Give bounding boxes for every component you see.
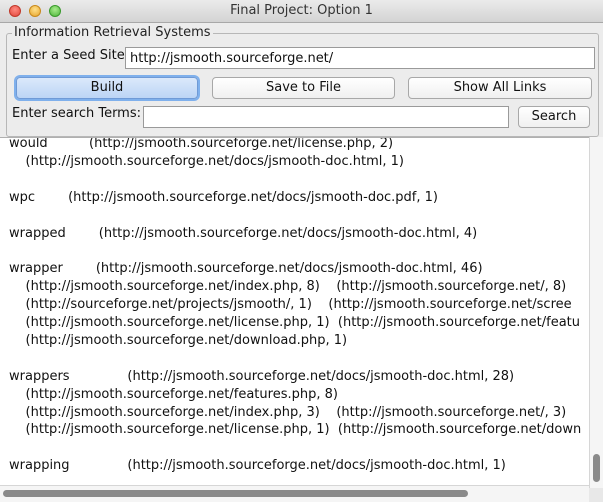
app-window: Final Project: Option 1 Information Retr… xyxy=(0,0,603,502)
result-line: wrapped (http://jsmooth.sourceforge.net/… xyxy=(9,225,478,241)
build-button[interactable]: Build xyxy=(16,77,198,99)
horizontal-scroll-thumb[interactable] xyxy=(3,490,468,497)
save-to-file-button[interactable]: Save to File xyxy=(212,77,395,99)
result-line: wrappers (http://jsmooth.sourceforge.net… xyxy=(9,368,515,384)
result-line: (http://sourceforge.net/projects/jsmooth… xyxy=(9,297,572,313)
result-line: wrapper (http://jsmooth.sourceforge.net/… xyxy=(9,261,483,277)
scroll-corner xyxy=(589,488,603,502)
result-line: wpc (http://jsmooth.sourceforge.net/docs… xyxy=(9,189,438,205)
search-button[interactable]: Search xyxy=(518,106,590,128)
result-line: (http://jsmooth.sourceforge.net/docs/jsm… xyxy=(9,153,404,169)
result-line: (http://jsmooth.sourceforge.net/license.… xyxy=(9,315,581,330)
show-all-links-button[interactable]: Show All Links xyxy=(408,77,592,99)
title-bar: Final Project: Option 1 xyxy=(0,0,603,23)
result-line: (http://jsmooth.sourceforge.net/download… xyxy=(9,332,348,348)
result-line: (http://jsmooth.sourceforge.net/index.ph… xyxy=(9,279,567,295)
seed-site-input[interactable] xyxy=(125,47,595,69)
window-title: Final Project: Option 1 xyxy=(230,3,373,18)
group-label: Information Retrieval Systems xyxy=(12,25,213,40)
result-line: (http://jsmooth.sourceforge.net/index.ph… xyxy=(9,404,567,420)
result-line: (http://jsmooth.sourceforge.net/license.… xyxy=(9,422,582,438)
result-line: wrapping (http://jsmooth.sourceforge.net… xyxy=(9,458,506,474)
vertical-scrollbar[interactable] xyxy=(589,137,603,488)
search-terms-label: Enter search Terms: xyxy=(12,106,142,121)
result-line: would (http://jsmooth.sourceforge.net/li… xyxy=(9,137,394,151)
results-text-area[interactable]: would (http://jsmooth.sourceforge.net/li… xyxy=(0,137,589,486)
result-line: (http://jsmooth.sourceforge.net/features… xyxy=(9,386,338,402)
horizontal-scrollbar[interactable] xyxy=(0,485,589,502)
search-terms-input[interactable] xyxy=(143,106,509,128)
vertical-scroll-thumb[interactable] xyxy=(593,454,600,482)
seed-site-label: Enter a Seed Site: xyxy=(12,48,130,63)
